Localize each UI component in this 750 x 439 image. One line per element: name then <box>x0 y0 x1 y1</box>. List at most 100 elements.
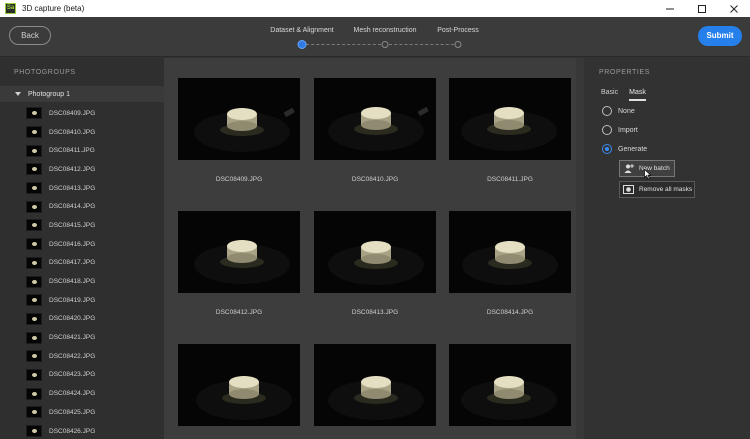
photo-preview <box>178 78 300 160</box>
photo-caption: DSC08410.JPG <box>351 176 399 183</box>
window-title: 3D capture (beta) <box>22 4 85 13</box>
list-item[interactable]: DSC08410.JPG <box>0 123 164 142</box>
photo-preview <box>449 211 571 293</box>
list-item[interactable]: DSC08426.JPG <box>0 422 164 439</box>
step-dot-dataset-alignment[interactable] <box>297 40 307 49</box>
photo-caption: DSC08414.JPG <box>486 309 534 316</box>
list-item[interactable]: DSC08419.JPG <box>0 291 164 310</box>
photo-thumbnail <box>26 331 42 344</box>
file-name: DSC08419.JPG <box>49 296 96 304</box>
list-item[interactable]: DSC08420.JPG <box>0 310 164 329</box>
file-name: DSC08409.JPG <box>49 109 96 117</box>
gallery-item[interactable]: DSC08411.JPG <box>449 78 571 183</box>
photogroups-panel: PHOTOGROUPS Photogroup 1 DSC08409.JPG DS… <box>0 58 164 439</box>
file-name: DSC08418.JPG <box>49 278 96 286</box>
new-batch-button[interactable]: New batch <box>619 160 675 180</box>
tab-mask[interactable]: Mask <box>629 89 646 101</box>
gallery-item[interactable]: DSC08409.JPG <box>178 78 300 183</box>
photogroup-row[interactable]: Photogroup 1 <box>0 86 164 102</box>
radio-button[interactable] <box>602 144 612 154</box>
header-bar: Back Dataset & Alignment Mesh reconstruc… <box>0 17 750 57</box>
window-controls <box>654 0 750 17</box>
list-item[interactable]: DSC08413.JPG <box>0 179 164 198</box>
step-label-mesh-reconstruction[interactable]: Mesh reconstruction <box>353 27 416 34</box>
title-bar: Sa 3D capture (beta) <box>0 0 750 17</box>
gallery-scrollbar[interactable] <box>576 58 584 439</box>
photo-thumbnail <box>26 163 42 176</box>
mask-option-import[interactable]: Import <box>602 125 638 135</box>
file-name: DSC08426.JPG <box>49 427 96 435</box>
photo-thumbnail <box>26 126 42 139</box>
photogroup-label: Photogroup 1 <box>28 90 71 98</box>
list-item[interactable]: DSC08414.JPG <box>0 197 164 216</box>
photo-preview <box>449 344 571 426</box>
add-batch-icon <box>624 164 634 173</box>
step-connector <box>389 44 454 45</box>
captured-object-image <box>328 376 424 420</box>
list-item[interactable]: DSC08417.JPG <box>0 254 164 273</box>
list-item[interactable]: DSC08421.JPG <box>0 328 164 347</box>
captured-object-image <box>194 240 290 284</box>
gallery-item[interactable] <box>178 344 300 439</box>
properties-tabs: Basic Mask <box>601 89 657 101</box>
step-label-dataset-alignment[interactable]: Dataset & Alignment <box>270 27 333 34</box>
step-progress: Dataset & Alignment Mesh reconstruction … <box>0 17 750 57</box>
step-dot-mesh-reconstruction[interactable] <box>381 41 389 48</box>
photo-thumbnail <box>26 144 42 157</box>
radio-label: Generate <box>618 145 648 153</box>
photogroups-title: PHOTOGROUPS <box>14 69 76 76</box>
gallery-item[interactable] <box>314 344 436 439</box>
file-name: DSC08424.JPG <box>49 390 96 398</box>
close-icon <box>730 4 738 13</box>
gallery-item[interactable]: DSC08410.JPG <box>314 78 436 183</box>
chevron-down-icon[interactable] <box>15 92 21 96</box>
gallery-item[interactable]: DSC08412.JPG <box>178 211 300 316</box>
list-item[interactable]: DSC08416.JPG <box>0 235 164 254</box>
file-name: DSC08415.JPG <box>49 221 96 229</box>
gallery-item[interactable] <box>449 344 571 439</box>
photo-thumbnail <box>26 219 42 232</box>
gallery-item[interactable]: DSC08414.JPG <box>449 211 571 316</box>
close-button[interactable] <box>718 0 750 17</box>
list-item[interactable]: DSC08412.JPG <box>0 160 164 179</box>
gallery-item[interactable]: DSC08413.JPG <box>314 211 436 316</box>
photo-thumbnail <box>26 350 42 363</box>
maximize-button[interactable] <box>686 0 718 17</box>
file-name: DSC08422.JPG <box>49 352 96 360</box>
list-item[interactable]: DSC08423.JPG <box>0 366 164 385</box>
step-dot-post-process[interactable] <box>454 41 462 48</box>
file-name: DSC08411.JPG <box>49 147 95 155</box>
list-item[interactable]: DSC08422.JPG <box>0 347 164 366</box>
file-name: DSC08421.JPG <box>49 334 96 342</box>
submit-button[interactable]: Submit <box>698 26 742 46</box>
list-item[interactable]: DSC08415.JPG <box>0 216 164 235</box>
mask-option-generate[interactable]: Generate <box>602 144 647 154</box>
list-item[interactable]: DSC08418.JPG <box>0 272 164 291</box>
photo-thumbnail <box>26 107 42 120</box>
photo-preview <box>178 344 300 426</box>
step-label-post-process[interactable]: Post-Process <box>437 27 479 34</box>
radio-button[interactable] <box>602 125 612 135</box>
photo-thumbnail <box>26 275 42 288</box>
photo-thumbnail <box>26 238 42 251</box>
list-item[interactable]: DSC08424.JPG <box>0 384 164 403</box>
photo-file-list: DSC08409.JPG DSC08410.JPG DSC08411.JPG D… <box>0 104 164 439</box>
radio-button[interactable] <box>602 106 612 116</box>
radio-label: Import <box>618 126 638 134</box>
photo-preview <box>314 78 436 160</box>
photo-thumbnail <box>26 425 42 438</box>
radio-label: None <box>618 107 635 115</box>
mask-option-none[interactable]: None <box>602 106 635 116</box>
app-window: Sa 3D capture (beta) Back Dataset & Alig… <box>0 0 750 439</box>
list-item[interactable]: DSC08425.JPG <box>0 403 164 422</box>
list-item[interactable]: DSC08409.JPG <box>0 104 164 123</box>
photo-preview <box>449 78 571 160</box>
captured-object-image <box>461 107 557 151</box>
maximize-icon <box>698 4 706 13</box>
tab-basic[interactable]: Basic <box>601 89 618 101</box>
photo-caption: DSC08412.JPG <box>215 309 263 316</box>
file-name: DSC08410.JPG <box>49 128 96 136</box>
list-item[interactable]: DSC08411.JPG <box>0 141 164 160</box>
minimize-button[interactable] <box>654 0 686 17</box>
remove-all-masks-button[interactable]: Remove all masks <box>619 181 695 198</box>
